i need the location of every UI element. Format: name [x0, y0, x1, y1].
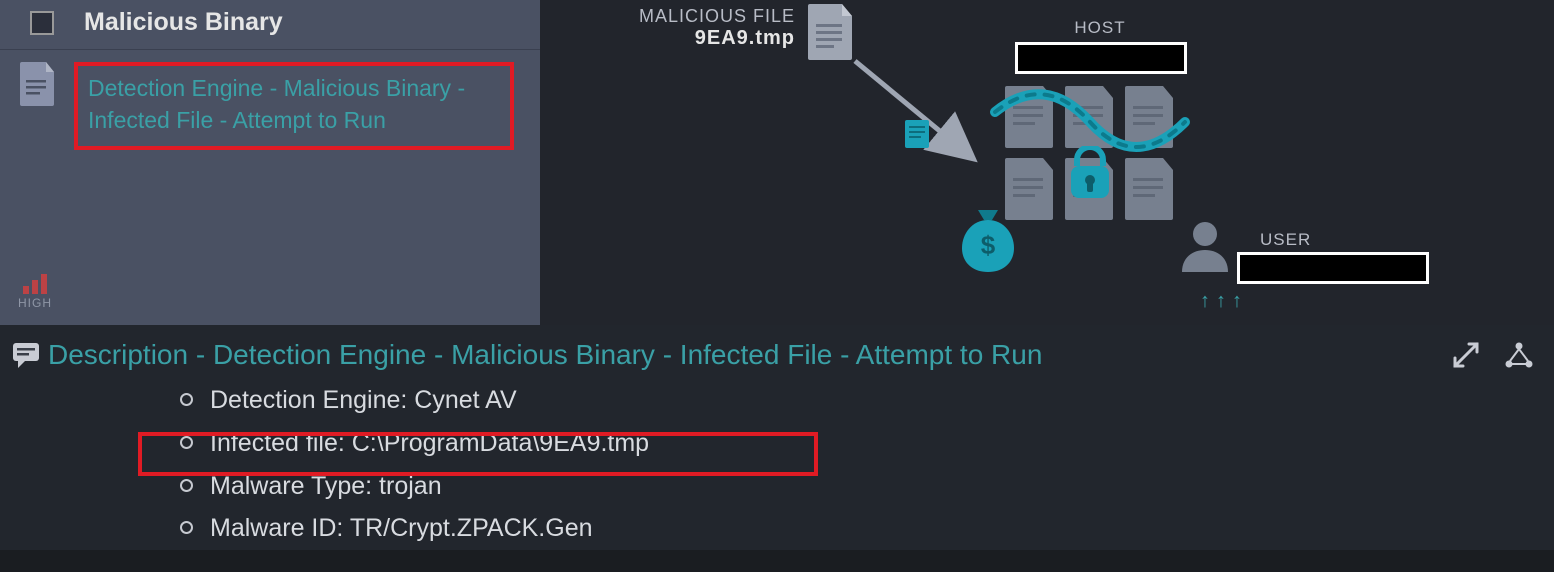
list-item: Infected file: C:\ProgramData\9EA9.tmp — [180, 422, 1554, 465]
locked-files-icon — [985, 86, 1205, 266]
flying-file-icon — [905, 120, 929, 148]
malicious-file-name: 9EA9.tmp — [615, 27, 795, 50]
document-icon — [20, 62, 56, 106]
up-arrows-icon: ↑↑↑ — [1200, 290, 1242, 313]
user-icon — [1178, 218, 1232, 272]
description-section: Description - Detection Engine - Malicio… — [0, 325, 1554, 550]
list-item: Malware Type: trojan — [180, 465, 1554, 508]
arrow-icon — [850, 56, 990, 176]
attack-graph: MALICIOUS FILE 9EA9.tmp HOST — [540, 0, 1554, 325]
panel-header: Malicious Binary — [0, 0, 540, 50]
lock-icon — [1067, 146, 1113, 202]
list-item: Malware ID: TR/Crypt.ZPACK.Gen — [180, 507, 1554, 550]
detection-alert-link[interactable]: Detection Engine - Malicious Binary - In… — [74, 62, 514, 150]
select-checkbox[interactable] — [30, 11, 54, 35]
malicious-file-label: MALICIOUS FILE 9EA9.tmp — [615, 6, 795, 50]
svg-text:$: $ — [981, 230, 996, 260]
user-redacted-box — [1237, 252, 1429, 284]
malicious-file-caption: MALICIOUS FILE — [615, 6, 795, 27]
file-icon — [808, 4, 854, 60]
speech-bubble-icon — [12, 341, 40, 369]
description-list: Detection Engine: Cynet AV Infected file… — [0, 379, 1554, 550]
description-heading: Description - Detection Engine - Malicio… — [48, 339, 1042, 371]
host-label: HOST — [1040, 18, 1160, 38]
alert-panel: Malicious Binary Detection Engine - Mali… — [0, 0, 540, 325]
host-redacted-box — [1015, 42, 1187, 74]
expand-icon[interactable] — [1452, 341, 1480, 369]
panel-title: Malicious Binary — [84, 8, 283, 37]
user-label: USER — [1260, 230, 1311, 250]
money-bag-icon: $ — [960, 210, 1016, 272]
list-item: Detection Engine: Cynet AV — [180, 379, 1554, 422]
graph-nodes-icon[interactable] — [1504, 341, 1534, 369]
severity-bars-icon — [23, 270, 47, 294]
severity-label: HIGH — [18, 296, 52, 310]
severity-indicator: HIGH — [18, 270, 52, 310]
